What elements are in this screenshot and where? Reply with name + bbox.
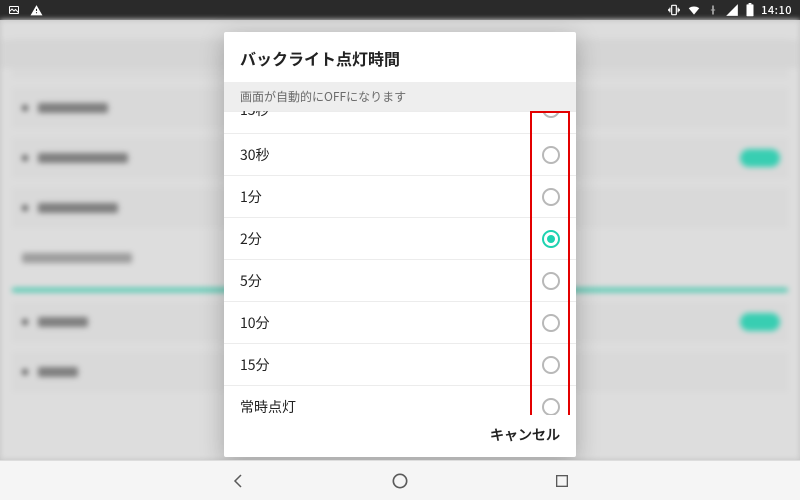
dialog-scrim: バックライト点灯時間 画面が自動的にOFFになります 15秒 30秒 1分 2分 (0, 20, 800, 460)
radio-icon (542, 356, 560, 374)
option-label: 1分 (240, 187, 262, 207)
cancel-button[interactable]: キャンセル (490, 425, 560, 445)
dialog-subtitle: 画面が自動的にOFFになります (224, 82, 576, 111)
backlight-timeout-dialog: バックライト点灯時間 画面が自動的にOFFになります 15秒 30秒 1分 2分 (224, 32, 576, 457)
options-list: 15秒 30秒 1分 2分 5分 (224, 111, 576, 415)
option-label: 15秒 (240, 111, 270, 120)
nav-recents-button[interactable] (551, 470, 573, 492)
warning-icon (30, 4, 43, 17)
vibrate-icon (667, 3, 681, 17)
radio-icon (542, 398, 560, 416)
nav-back-button[interactable] (227, 470, 249, 492)
status-clock: 14:10 (761, 2, 792, 18)
navigation-bar (0, 460, 800, 500)
dialog-actions: キャンセル (224, 415, 576, 457)
option-10min[interactable]: 10分 (224, 301, 576, 343)
option-label: 30秒 (240, 145, 270, 165)
wifi-icon (687, 3, 701, 17)
option-label: 10分 (240, 313, 270, 333)
data-icon (707, 4, 719, 16)
radio-icon (542, 314, 560, 332)
option-label: 15分 (240, 355, 270, 375)
nav-home-button[interactable] (389, 470, 411, 492)
option-label: 5分 (240, 271, 262, 291)
radio-icon-selected (542, 230, 560, 248)
dialog-title: バックライト点灯時間 (224, 32, 576, 82)
radio-icon (542, 188, 560, 206)
option-5min[interactable]: 5分 (224, 259, 576, 301)
option-15min[interactable]: 15分 (224, 343, 576, 385)
image-notification-icon (8, 4, 20, 16)
signal-icon (725, 3, 739, 17)
radio-icon (542, 146, 560, 164)
radio-icon (542, 111, 560, 118)
option-label: 2分 (240, 229, 262, 249)
option-label: 常時点灯 (240, 397, 296, 416)
battery-icon (745, 3, 755, 17)
option-always-on[interactable]: 常時点灯 (224, 385, 576, 415)
radio-icon (542, 272, 560, 290)
option-2min[interactable]: 2分 (224, 217, 576, 259)
option-1min[interactable]: 1分 (224, 175, 576, 217)
status-bar: 14:10 (0, 0, 800, 20)
option-15sec[interactable]: 15秒 (224, 111, 576, 133)
option-30sec[interactable]: 30秒 (224, 133, 576, 175)
